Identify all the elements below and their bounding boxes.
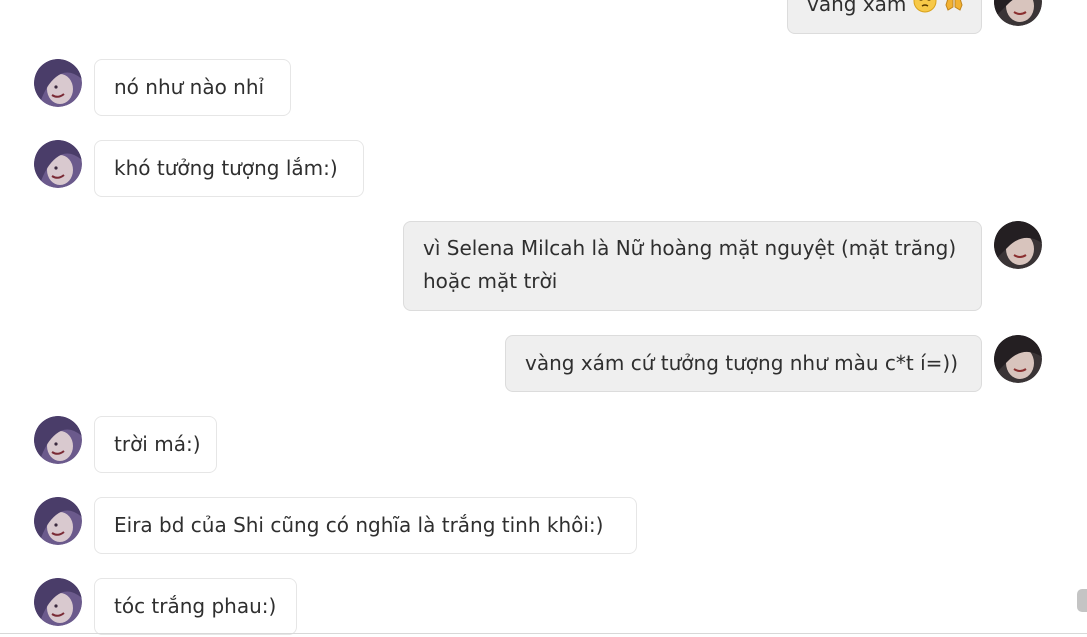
message-bubble-incoming[interactable]: Eira bd của Shi cũng có nghĩa là trắng t… xyxy=(94,497,637,554)
message-text: vàng xám cứ tưởng tượng như màu c*t í=)) xyxy=(525,351,959,375)
message-bubble-outgoing[interactable]: vàng xám cứ tưởng tượng như màu c*t í=)) xyxy=(505,335,982,392)
message-bubble-incoming[interactable]: trời má:) xyxy=(94,416,217,473)
message-text: vì Selena Milcah là Nữ hoàng mặt nguyệt … xyxy=(423,236,957,293)
message-text: tóc trắng phau:) xyxy=(114,594,277,618)
message-text: Eira bd của Shi cũng có nghĩa là trắng t… xyxy=(114,513,604,537)
avatar[interactable] xyxy=(34,578,82,626)
message-bubble-incoming[interactable]: khó tưởng tượng lắm:) xyxy=(94,140,364,197)
avatar[interactable] xyxy=(34,497,82,545)
avatar[interactable] xyxy=(34,59,82,107)
message-text: trời má:) xyxy=(114,432,201,456)
pensive-face-emoji xyxy=(913,0,937,23)
message-text: vàng xám xyxy=(807,0,907,16)
message-text: khó tưởng tượng lắm:) xyxy=(114,156,338,180)
avatar[interactable] xyxy=(994,221,1042,269)
message-text: nó như nào nhỉ xyxy=(114,75,265,99)
praying-hands-emoji xyxy=(943,0,965,23)
avatar[interactable] xyxy=(994,0,1042,26)
divider xyxy=(0,633,1087,634)
chat-thread: vàng xám nó như nào nhỉ khó tưởng tượng … xyxy=(0,0,1087,637)
message-bubble-incoming[interactable]: tóc trắng phau:) xyxy=(94,578,297,635)
scrollbar-thumb[interactable] xyxy=(1077,589,1087,612)
avatar[interactable] xyxy=(34,416,82,464)
avatar[interactable] xyxy=(34,140,82,188)
avatar[interactable] xyxy=(994,335,1042,383)
message-bubble-incoming[interactable]: nó như nào nhỉ xyxy=(94,59,291,116)
message-bubble-outgoing[interactable]: vì Selena Milcah là Nữ hoàng mặt nguyệt … xyxy=(403,221,982,311)
message-bubble-outgoing[interactable]: vàng xám xyxy=(787,0,982,34)
